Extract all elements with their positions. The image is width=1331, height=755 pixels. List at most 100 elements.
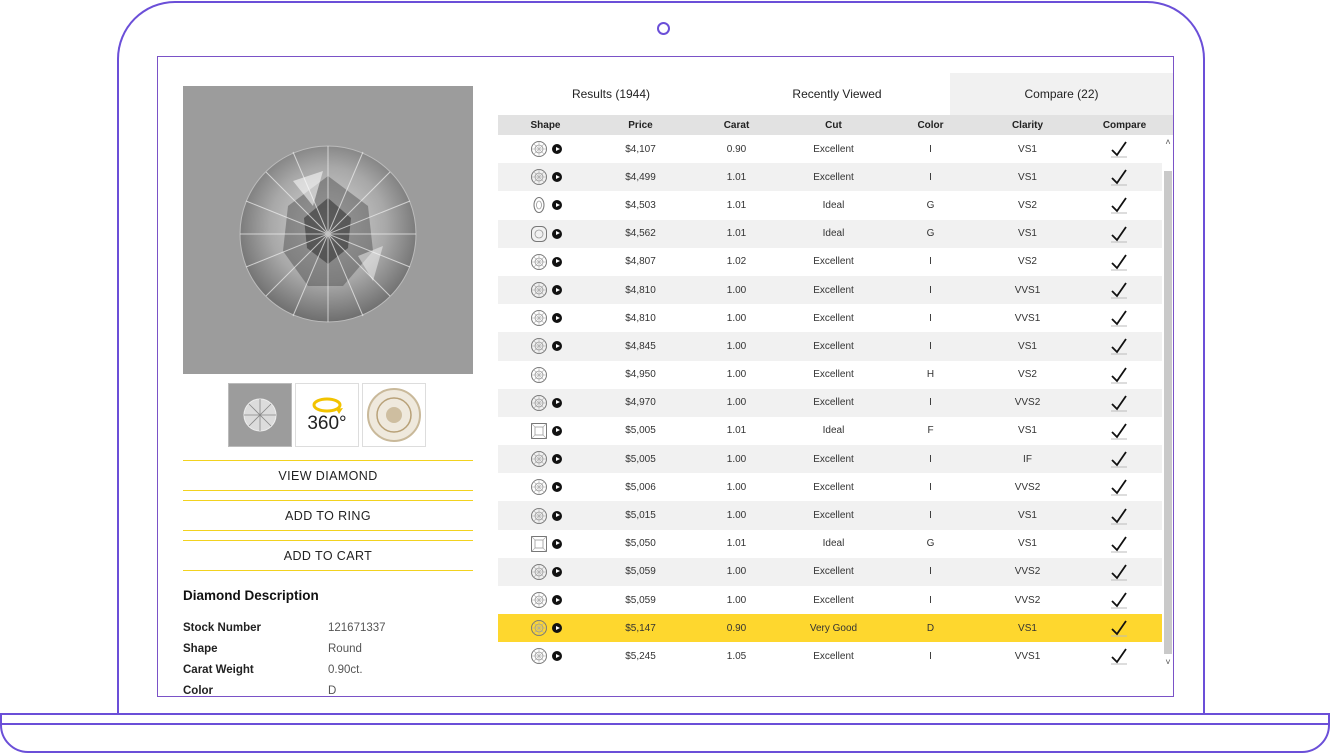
cell-clarity: VS1 — [1018, 228, 1037, 240]
play-video-icon[interactable] — [551, 538, 562, 549]
table-row[interactable]: $5,005 1.00 Excellent I IF — [498, 445, 1162, 474]
table-row[interactable]: $5,015 1.00 Excellent I VS1 — [498, 501, 1162, 530]
compare-checkbox[interactable] — [1076, 394, 1162, 412]
play-spacer — [552, 370, 562, 380]
compare-checkbox[interactable] — [1076, 309, 1162, 327]
cell-cut: Excellent — [813, 340, 854, 352]
compare-checkbox[interactable] — [1076, 478, 1162, 496]
cell-color: I — [929, 397, 932, 409]
table-row[interactable]: $4,845 1.00 Excellent I VS1 — [498, 332, 1162, 361]
compare-checkbox[interactable] — [1076, 619, 1162, 637]
column-header-compare[interactable]: Compare — [1076, 120, 1173, 131]
play-video-icon[interactable] — [551, 200, 562, 211]
compare-checkbox[interactable] — [1076, 535, 1162, 553]
spec-label: Carat Weight — [183, 664, 254, 676]
play-video-icon[interactable] — [551, 256, 562, 267]
compare-checkbox[interactable] — [1076, 140, 1162, 158]
play-video-icon[interactable] — [551, 623, 562, 634]
table-row[interactable]: $4,503 1.01 Ideal G VS2 — [498, 191, 1162, 219]
table-row[interactable]: $4,810 1.00 Excellent I VVS1 — [498, 304, 1162, 332]
play-video-icon[interactable] — [551, 651, 562, 662]
cell-shape — [498, 366, 593, 384]
thumb-360[interactable]: 360° — [295, 383, 359, 447]
cell-carat: 1.01 — [726, 171, 747, 183]
cell-color: I — [929, 650, 932, 662]
cell-clarity: VS1 — [1018, 171, 1037, 183]
compare-checkbox[interactable] — [1076, 196, 1162, 214]
table-row[interactable]: $5,245 1.05 Excellent I VVS1 — [498, 642, 1162, 670]
compare-checkbox[interactable] — [1076, 563, 1162, 581]
column-header-shape[interactable]: Shape — [498, 120, 593, 131]
compare-checkbox[interactable] — [1076, 225, 1162, 243]
diamond-thumb-icon — [243, 398, 277, 432]
scroll-down-arrow-icon[interactable]: ˅ — [1163, 657, 1173, 667]
table-row[interactable]: $4,562 1.01 Ideal G VS1 — [498, 219, 1162, 248]
column-header-cut[interactable]: Cut — [785, 120, 882, 131]
cell-cut: Excellent — [813, 510, 854, 522]
scroll-up-arrow-icon[interactable]: ˄ — [1163, 137, 1173, 147]
compare-checkbox[interactable] — [1076, 168, 1162, 186]
play-video-icon[interactable] — [551, 341, 562, 352]
cell-clarity: VS1 — [1018, 510, 1037, 522]
play-video-icon[interactable] — [551, 425, 562, 436]
table-row[interactable]: $4,107 0.90 Excellent I VS1 — [498, 135, 1162, 163]
play-video-icon[interactable] — [551, 172, 562, 183]
column-header-price[interactable]: Price — [593, 120, 688, 131]
play-video-icon[interactable] — [551, 228, 562, 239]
compare-checkbox[interactable] — [1076, 450, 1162, 468]
add-to-cart-button[interactable]: ADD TO CART — [183, 540, 473, 571]
view-diamond-button[interactable]: VIEW DIAMOND — [183, 460, 473, 491]
table-row[interactable]: $4,970 1.00 Excellent I VVS2 — [498, 388, 1162, 417]
compare-checkbox[interactable] — [1076, 591, 1162, 609]
cell-shape — [498, 507, 593, 525]
add-to-ring-button[interactable]: ADD TO RING — [183, 500, 473, 531]
compare-checkbox[interactable] — [1076, 366, 1162, 384]
table-row[interactable]: $5,005 1.01 Ideal F VS1 — [498, 417, 1162, 445]
table-row[interactable]: $4,810 1.00 Excellent I VVS1 — [498, 275, 1162, 305]
thumb-certificate[interactable] — [362, 383, 426, 447]
play-video-icon[interactable] — [551, 454, 562, 465]
tab-recently-viewed[interactable]: Recently Viewed — [724, 73, 950, 115]
play-video-icon[interactable] — [551, 313, 562, 324]
checkmark-icon — [1110, 140, 1128, 158]
checkmark-icon — [1110, 337, 1128, 355]
table-row[interactable]: $4,950 1.00 Excellent H VS2 — [498, 361, 1162, 389]
round-shape-icon — [530, 394, 548, 412]
compare-checkbox[interactable] — [1076, 253, 1162, 271]
table-row[interactable]: $5,050 1.01 Ideal G VS1 — [498, 530, 1162, 558]
round-shape-icon — [530, 168, 548, 186]
cell-price: $5,059 — [625, 566, 656, 578]
compare-checkbox[interactable] — [1076, 281, 1162, 299]
tab-results[interactable]: Results (1944) — [498, 73, 724, 115]
play-video-icon[interactable] — [551, 566, 562, 577]
play-video-icon[interactable] — [551, 595, 562, 606]
checkmark-icon — [1110, 309, 1128, 327]
results-scrollbar[interactable]: ˄ ˅ — [1163, 135, 1173, 671]
spec-label: Stock Number — [183, 622, 261, 634]
cell-clarity: VS1 — [1018, 538, 1037, 550]
table-row[interactable]: $5,059 1.00 Excellent I VVS2 — [498, 557, 1162, 586]
table-row[interactable]: $5,059 1.00 Excellent I VVS2 — [498, 586, 1162, 614]
play-video-icon[interactable] — [551, 510, 562, 521]
table-row[interactable]: $4,499 1.01 Excellent I VS1 — [498, 163, 1162, 192]
cell-shape — [498, 309, 593, 327]
play-video-icon[interactable] — [551, 144, 562, 155]
column-header-carat[interactable]: Carat — [688, 120, 785, 131]
cell-cut: Excellent — [813, 369, 854, 381]
thumb-photo[interactable] — [228, 383, 292, 447]
play-video-icon[interactable] — [551, 285, 562, 296]
table-row[interactable]: $5,006 1.00 Excellent I VVS2 — [498, 473, 1162, 501]
column-header-color[interactable]: Color — [882, 120, 979, 131]
tab-compare[interactable]: Compare (22) — [950, 73, 1173, 115]
compare-checkbox[interactable] — [1076, 507, 1162, 525]
scrollbar-thumb[interactable] — [1164, 171, 1172, 654]
table-row[interactable]: $4,807 1.02 Excellent I VS2 — [498, 248, 1162, 276]
play-video-icon[interactable] — [551, 397, 562, 408]
compare-checkbox[interactable] — [1076, 337, 1162, 355]
column-header-clarity[interactable]: Clarity — [979, 120, 1076, 131]
compare-checkbox[interactable] — [1076, 422, 1162, 440]
play-video-icon[interactable] — [551, 482, 562, 493]
cell-cut: Excellent — [813, 594, 854, 606]
compare-checkbox[interactable] — [1076, 647, 1162, 665]
table-row[interactable]: $5,147 0.90 Very Good D VS1 — [498, 614, 1162, 643]
